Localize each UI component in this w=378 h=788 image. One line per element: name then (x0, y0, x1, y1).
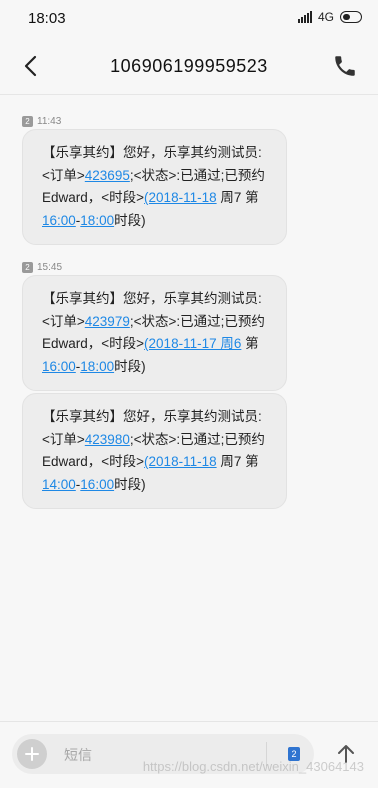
message-text: 时段) (114, 358, 146, 374)
message-text: 时段) (114, 212, 146, 228)
status-time: 18:03 (28, 10, 66, 27)
message-meta: 2 15:45 (22, 260, 287, 274)
battery-icon (340, 11, 362, 23)
network-label: 4G (317, 10, 334, 24)
order-number-link[interactable]: 423695 (85, 168, 130, 183)
contact-number: 106906199959523 (110, 56, 268, 76)
message-time: 15:45 (37, 261, 63, 273)
date-link[interactable]: (2018-11-18 (144, 454, 217, 469)
message-bubble[interactable]: 【乐享其约】您好，乐享其约测试员:<订单>423979;<状态>:已通过;已预约… (22, 275, 287, 391)
conversation-header: 106906199959523 (0, 40, 378, 95)
sim-badge: 2 (22, 261, 33, 273)
message-text: 周7 第 (216, 454, 259, 469)
message-text: 周7 第 (216, 190, 259, 205)
time-link[interactable]: 18:00 (80, 359, 114, 374)
message-text: 时段) (114, 476, 146, 492)
message-group: 【乐享其约】您好，乐享其约测试员:<订单>423980;<状态>:已通过;已预约… (22, 393, 287, 509)
sim-badge: 2 (22, 115, 33, 127)
phone-icon[interactable] (332, 53, 358, 79)
message-bubble[interactable]: 【乐享其约】您好，乐享其约测试员:<订单>423980;<状态>:已通过;已预约… (22, 393, 287, 509)
order-number-link[interactable]: 423979 (85, 314, 130, 329)
message-bubble[interactable]: 【乐享其约】您好，乐享其约测试员:<订单>423695;<状态>:已通过;已预约… (22, 129, 287, 245)
signal-icon (297, 11, 312, 23)
message-group: 2 15:45 【乐享其约】您好，乐享其约测试员:<订单>423979;<状态>… (22, 260, 287, 391)
time-link[interactable]: 16:00 (42, 213, 76, 228)
status-icons: 4G (297, 10, 362, 24)
time-link[interactable]: 14:00 (42, 477, 76, 492)
message-text: 第 (241, 336, 259, 351)
order-number-link[interactable]: 423980 (85, 432, 130, 447)
message-meta: 2 11:43 (22, 114, 287, 128)
time-link[interactable]: 16:00 (42, 359, 76, 374)
date-link[interactable]: (2018-11-18 (144, 190, 217, 205)
time-link[interactable]: 18:00 (80, 213, 114, 228)
date-link[interactable]: (2018-11-17 周6 (144, 336, 241, 351)
time-link[interactable]: 16:00 (80, 477, 114, 492)
status-bar: 18:03 4G (0, 0, 378, 36)
watermark: https://blog.csdn.net/weixin_43064143 (142, 759, 364, 774)
message-time: 11:43 (37, 115, 62, 127)
composer-bar: 2 https://blog.csdn.net/weixin_43064143 (0, 721, 378, 788)
message-group: 2 11:43 【乐享其约】您好，乐享其约测试员:<订单>423695;<状态>… (22, 114, 287, 245)
plus-icon[interactable] (17, 739, 47, 769)
